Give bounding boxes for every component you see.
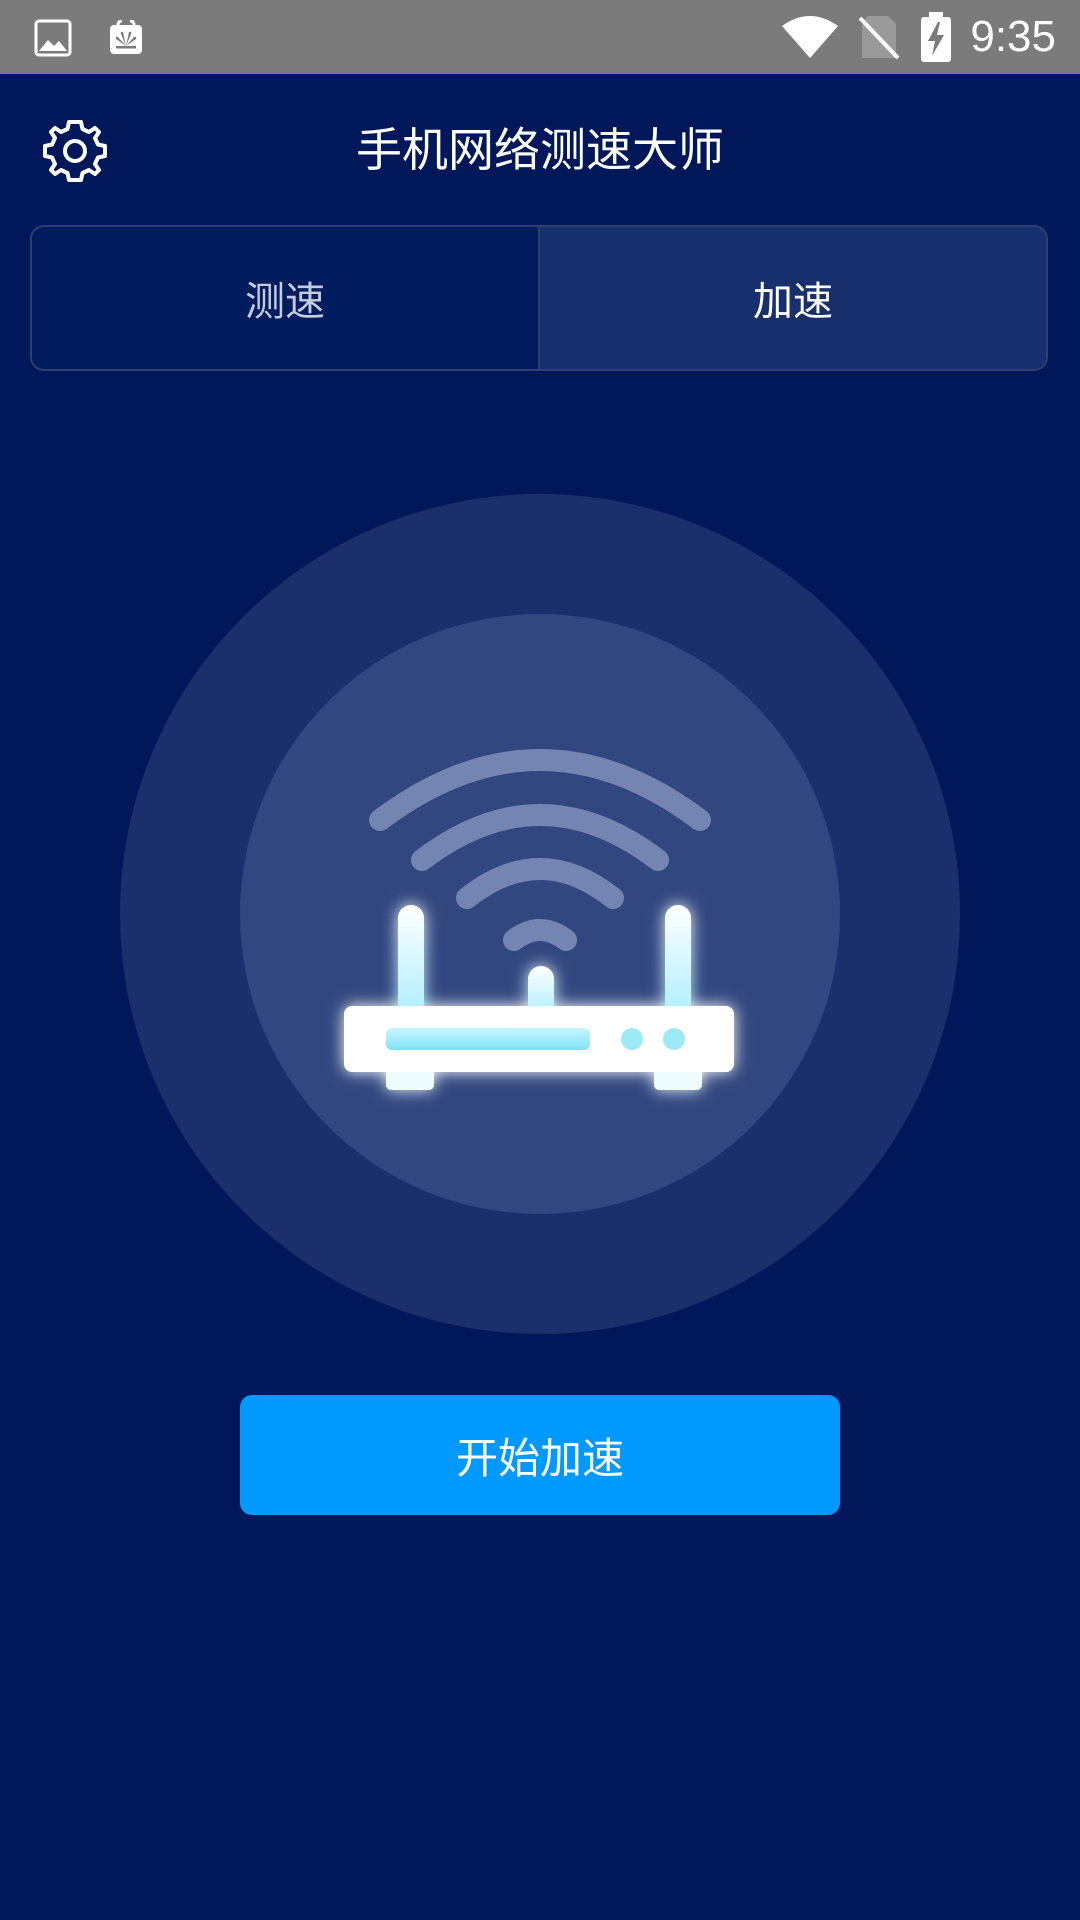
wifi-waves-icon — [369, 749, 711, 951]
wifi-icon — [782, 16, 838, 58]
start-accelerate-button[interactable]: 开始加速 — [240, 1395, 840, 1515]
battery-charging-icon — [921, 12, 951, 62]
status-time: 9:35 — [970, 12, 1056, 61]
tab-bar: 测速 加速 — [30, 225, 1048, 371]
status-bar: 9:35 — [0, 0, 1080, 74]
huawei-app-icon — [110, 20, 142, 54]
gallery-icon — [34, 19, 72, 57]
tab-accelerate[interactable]: 加速 — [540, 227, 1046, 369]
app-header: 手机网络测速大师 — [0, 74, 1080, 224]
inner-ring — [240, 614, 840, 1214]
outer-ring — [120, 494, 960, 1334]
wifi-router-icon — [344, 905, 734, 1090]
page-title: 手机网络测速大师 — [356, 123, 724, 177]
no-sim-icon — [858, 16, 900, 60]
tab-speedtest[interactable]: 测速 — [32, 227, 540, 369]
